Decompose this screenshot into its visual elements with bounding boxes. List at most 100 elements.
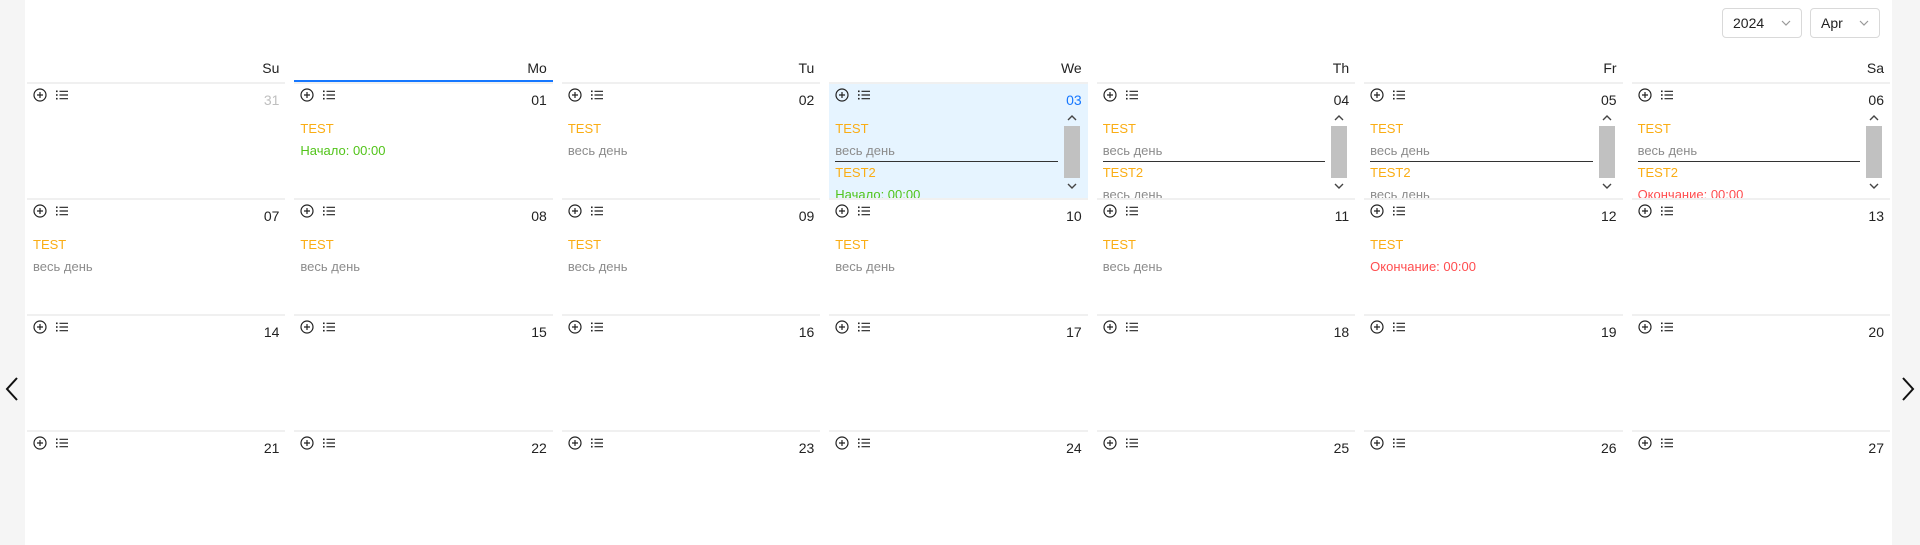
month-select[interactable]: Apr — [1810, 8, 1880, 38]
add-event-icon[interactable] — [33, 319, 47, 337]
scroll-down-icon[interactable] — [1599, 180, 1615, 192]
event-list-icon[interactable] — [1392, 204, 1406, 221]
day-cell[interactable]: 19 — [1364, 314, 1623, 430]
event-list-icon[interactable] — [1660, 88, 1674, 105]
event-list-icon[interactable] — [1392, 320, 1406, 337]
day-cell[interactable]: 02 TEST весь день — [561, 82, 821, 198]
day-cell[interactable]: 10 TEST весь день — [829, 198, 1088, 314]
event-title[interactable]: TEST — [1103, 118, 1325, 140]
add-event-icon[interactable] — [1637, 203, 1652, 221]
event-title[interactable]: TEST — [300, 118, 546, 140]
event-list-icon[interactable] — [590, 436, 604, 453]
event-list-icon[interactable] — [857, 320, 871, 337]
add-event-icon[interactable] — [835, 203, 849, 221]
add-event-icon[interactable] — [1103, 203, 1117, 221]
add-event-icon[interactable] — [1103, 435, 1117, 453]
event-title[interactable]: TEST — [835, 118, 1057, 140]
next-month-arrow-icon[interactable] — [1896, 372, 1920, 406]
event-list-icon[interactable] — [1125, 436, 1139, 453]
day-cell[interactable]: 22 — [294, 430, 553, 545]
add-event-icon[interactable] — [835, 435, 849, 453]
event-list-icon[interactable] — [55, 88, 69, 105]
event-title[interactable]: TEST2 — [1638, 162, 1860, 184]
event-title[interactable]: TEST — [568, 234, 814, 256]
event-list-icon[interactable] — [1660, 436, 1674, 453]
event-title[interactable]: TEST2 — [835, 162, 1057, 184]
event-list-icon[interactable] — [1125, 88, 1139, 105]
scroll-down-icon[interactable] — [1064, 180, 1080, 192]
prev-month-arrow-icon[interactable] — [0, 372, 24, 406]
add-event-icon[interactable] — [1103, 319, 1117, 337]
event-list-icon[interactable] — [1660, 320, 1674, 337]
event-title[interactable]: TEST — [1103, 234, 1349, 256]
day-scrollbar[interactable] — [1598, 112, 1615, 198]
day-cell[interactable]: 11 TEST весь день — [1096, 198, 1356, 314]
scroll-up-icon[interactable] — [1064, 112, 1080, 124]
event-title[interactable]: TEST — [1638, 118, 1860, 140]
event-list-icon[interactable] — [1125, 320, 1139, 337]
event-list-icon[interactable] — [55, 320, 69, 337]
event-title[interactable]: TEST — [33, 234, 279, 256]
day-cell[interactable]: 14 — [27, 314, 286, 430]
day-cell[interactable]: 15 — [294, 314, 553, 430]
add-event-icon[interactable] — [33, 435, 47, 453]
event-title[interactable]: TEST — [835, 234, 1081, 256]
scroll-down-icon[interactable] — [1866, 180, 1882, 192]
scroll-up-icon[interactable] — [1866, 112, 1882, 124]
event-list-icon[interactable] — [1392, 436, 1406, 453]
event-title[interactable]: TEST2 — [1103, 162, 1325, 184]
add-event-icon[interactable] — [1637, 435, 1652, 453]
day-cell[interactable]: 03 TEST весь день TEST2 Начало: 00:00 — [829, 82, 1088, 198]
day-cell[interactable]: 07 TEST весь день — [27, 198, 286, 314]
event-title[interactable]: TEST — [300, 234, 546, 256]
scroll-down-icon[interactable] — [1331, 180, 1347, 192]
add-event-icon[interactable] — [33, 203, 47, 221]
event-list-icon[interactable] — [857, 436, 871, 453]
add-event-icon[interactable] — [300, 319, 315, 337]
add-event-icon[interactable] — [568, 87, 582, 105]
event-list-icon[interactable] — [322, 204, 336, 221]
event-list-icon[interactable] — [590, 204, 604, 221]
add-event-icon[interactable] — [300, 203, 315, 221]
event-list-icon[interactable] — [1660, 204, 1674, 221]
day-cell[interactable]: 16 — [561, 314, 821, 430]
day-cell[interactable]: 01 TEST Начало: 00:00 — [294, 82, 553, 198]
day-cell[interactable]: 27 — [1631, 430, 1890, 545]
day-cell[interactable]: 23 — [561, 430, 821, 545]
year-select[interactable]: 2024 — [1722, 8, 1802, 38]
event-title[interactable]: TEST — [1370, 234, 1616, 256]
day-scrollbar[interactable] — [1063, 112, 1080, 198]
day-scrollbar[interactable] — [1331, 112, 1348, 198]
day-cell[interactable]: 06 TEST весь день TEST2 Окончание: 00:00 — [1631, 82, 1890, 198]
add-event-icon[interactable] — [568, 435, 582, 453]
scroll-thumb[interactable] — [1063, 126, 1080, 178]
scroll-thumb[interactable] — [1598, 126, 1615, 178]
add-event-icon[interactable] — [1637, 319, 1652, 337]
add-event-icon[interactable] — [1637, 87, 1652, 105]
add-event-icon[interactable] — [300, 435, 315, 453]
add-event-icon[interactable] — [1370, 319, 1384, 337]
scroll-thumb[interactable] — [1331, 126, 1348, 178]
day-cell[interactable]: 21 — [27, 430, 286, 545]
event-title[interactable]: TEST — [568, 118, 814, 140]
day-cell[interactable]: 08 TEST весь день — [294, 198, 553, 314]
day-cell[interactable]: 05 TEST весь день TEST2 весь день — [1364, 82, 1623, 198]
event-list-icon[interactable] — [55, 436, 69, 453]
scroll-thumb[interactable] — [1865, 126, 1882, 178]
event-list-icon[interactable] — [1392, 88, 1406, 105]
scroll-up-icon[interactable] — [1599, 112, 1615, 124]
add-event-icon[interactable] — [1103, 87, 1117, 105]
add-event-icon[interactable] — [1370, 203, 1384, 221]
event-list-icon[interactable] — [857, 88, 871, 105]
day-cell[interactable]: 04 TEST весь день TEST2 весь день — [1096, 82, 1356, 198]
event-list-icon[interactable] — [322, 320, 336, 337]
day-cell[interactable]: 25 — [1096, 430, 1356, 545]
day-scrollbar[interactable] — [1865, 112, 1882, 198]
event-title[interactable]: TEST — [1370, 118, 1592, 140]
event-list-icon[interactable] — [1125, 204, 1139, 221]
day-cell[interactable]: 31 — [27, 82, 286, 198]
event-list-icon[interactable] — [322, 436, 336, 453]
event-list-icon[interactable] — [322, 88, 336, 105]
event-list-icon[interactable] — [55, 204, 69, 221]
day-cell[interactable]: 09 TEST весь день — [561, 198, 821, 314]
